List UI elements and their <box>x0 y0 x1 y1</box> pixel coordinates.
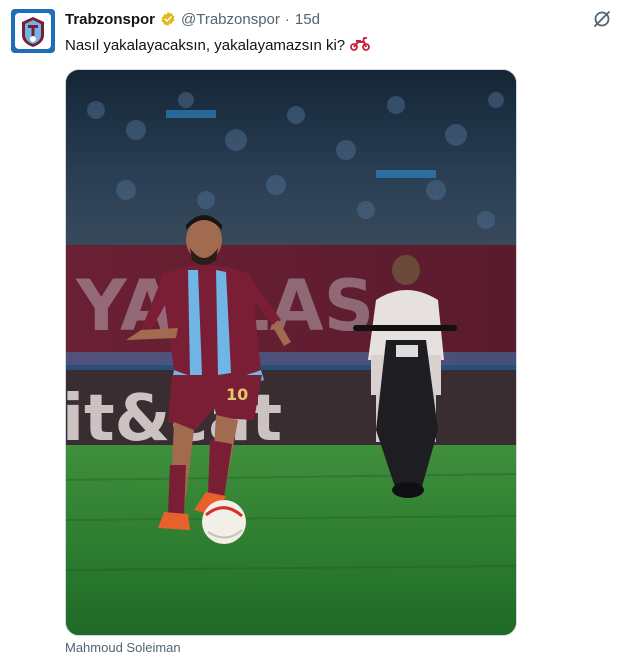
tweet-media-image[interactable]: YAZLAS it&cat <box>65 69 517 636</box>
display-name[interactable]: Trabzonspor <box>65 11 155 28</box>
trabzonspor-logo-icon <box>11 9 55 53</box>
media-caption: Mahmoud Soleiman <box>65 640 181 655</box>
motor-scooter-icon <box>349 35 371 57</box>
tweet-text: Nasıl yakalayacaksın, yakalayamazsın ki? <box>65 37 346 54</box>
user-handle[interactable]: @Trabzonspor <box>181 11 280 28</box>
svg-text:10: 10 <box>226 385 248 404</box>
football-photo: YAZLAS it&cat <box>66 70 516 635</box>
avatar[interactable] <box>11 9 55 53</box>
tweet-text-row: Nasıl yakalayacaksın, yakalayamazsın ki? <box>65 35 371 57</box>
separator-dot: · <box>284 10 290 28</box>
timestamp[interactable]: 15d <box>295 11 320 28</box>
grok-icon[interactable] <box>592 9 612 29</box>
verified-badge-icon <box>160 11 176 27</box>
tweet-header: Trabzonspor @Trabzonspor · 15d <box>65 9 320 29</box>
